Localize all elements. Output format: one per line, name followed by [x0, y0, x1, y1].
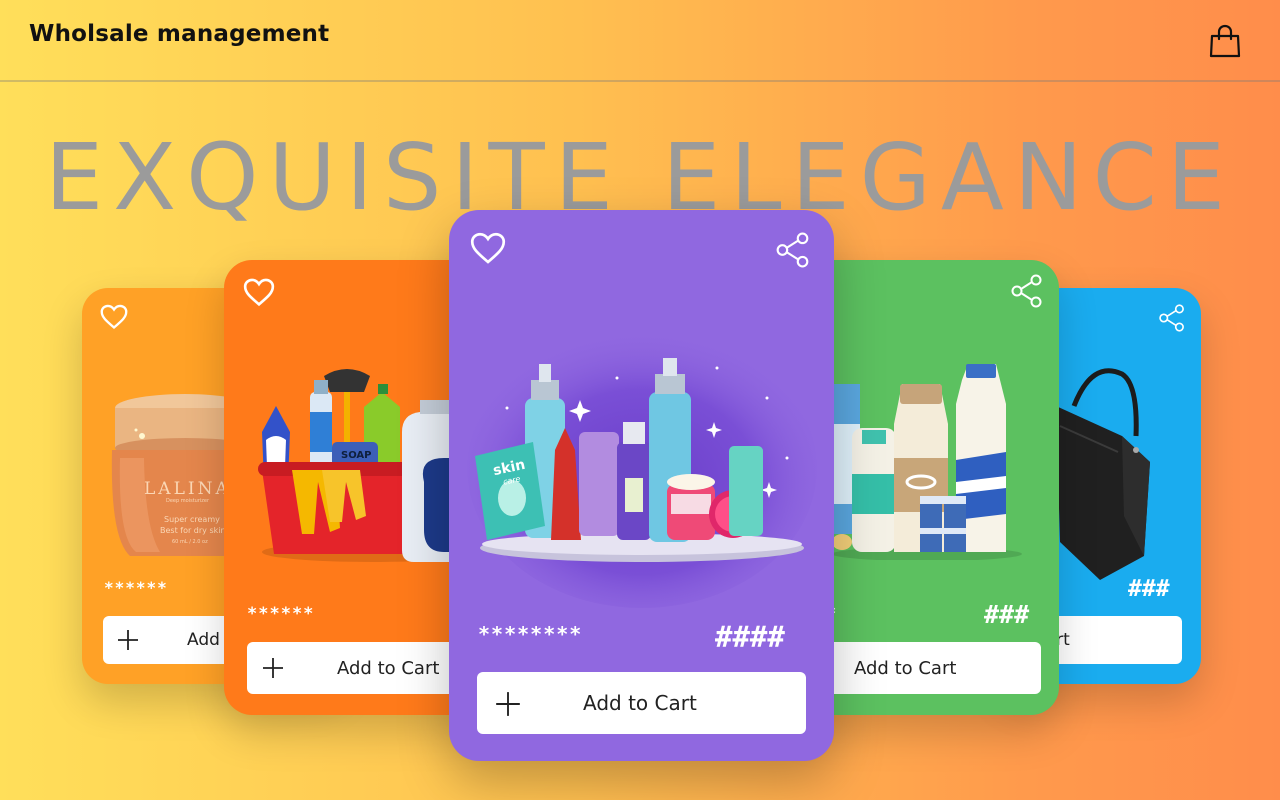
product-brand-text: LALINA [144, 479, 231, 499]
share-icon[interactable] [1010, 274, 1044, 308]
product-sub-text: Deep moisturizer [166, 498, 210, 504]
rating-stars: ****** [247, 604, 315, 624]
heart-icon[interactable] [470, 232, 506, 265]
heart-icon[interactable] [243, 278, 275, 307]
add-to-cart-button[interactable]: Add to Cart [477, 672, 806, 734]
plus-icon [496, 692, 520, 716]
heart-icon[interactable] [100, 304, 128, 330]
app-header: Wholsale management [0, 0, 1280, 82]
product-desc-line1: Super creamy [164, 515, 220, 524]
price-hash: ### [1128, 576, 1170, 602]
price-hash: #### [715, 620, 785, 654]
product-desc-line2: Best for dry skin [160, 526, 226, 535]
rating-stars: ****** [104, 578, 168, 597]
add-to-cart-label: Add to Cart [583, 691, 697, 715]
plus-icon [118, 630, 138, 650]
add-to-cart-label: Add to Cart [854, 657, 957, 679]
soap-label: SOAP [341, 450, 372, 461]
price-hash: ### [984, 600, 1030, 629]
product-card-cosmetics[interactable]: skin care ******** #### Add to Cart [449, 210, 834, 761]
plus-icon [263, 658, 283, 678]
rating-stars: ******** [478, 622, 583, 646]
shopping-bag-icon[interactable] [1208, 24, 1242, 58]
add-to-cart-button[interactable]: Add to Cart [802, 642, 1041, 694]
share-icon[interactable] [1158, 304, 1186, 332]
share-icon[interactable] [775, 232, 811, 268]
product-size-text: 60 mL / 2.0 oz [172, 539, 208, 545]
app-title: Wholsale management [29, 21, 330, 47]
dairy-products-illustration [832, 364, 1022, 560]
handbag-illustration [1056, 368, 1150, 580]
